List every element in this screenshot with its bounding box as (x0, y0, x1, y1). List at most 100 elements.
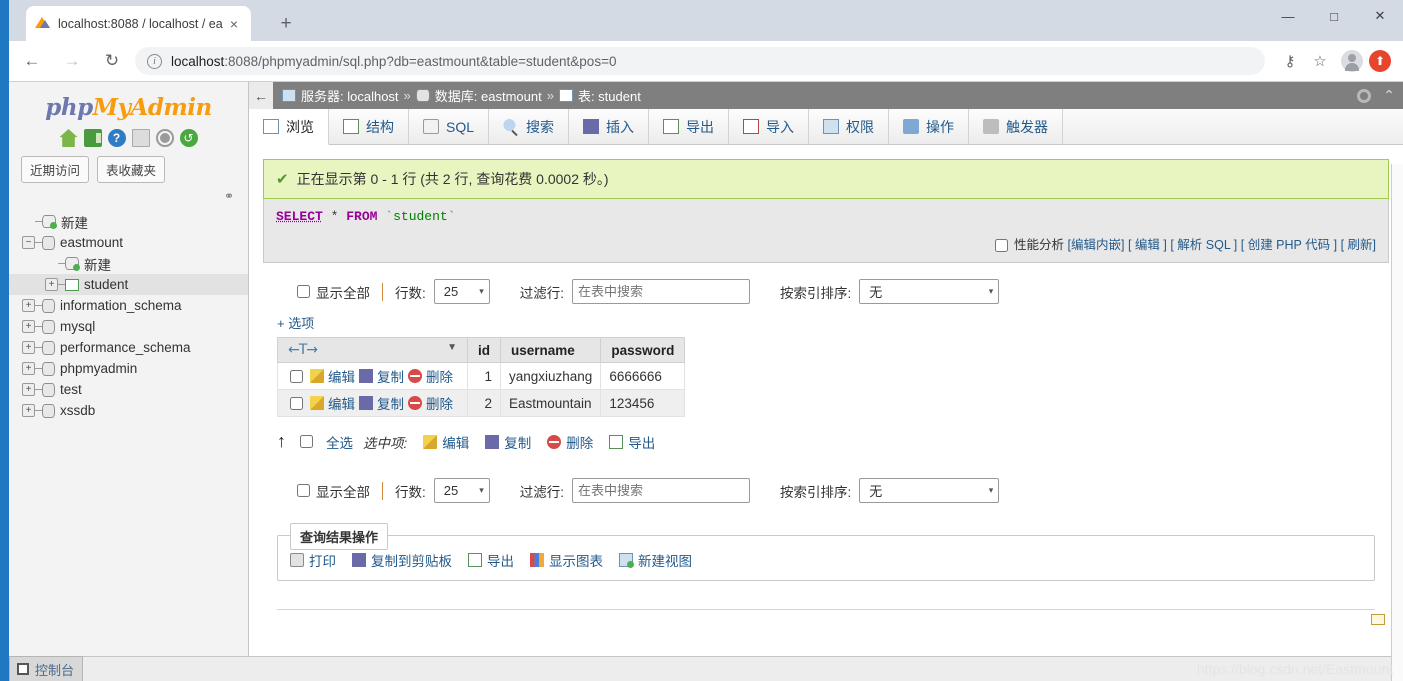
expand-toggle-icon[interactable]: + (45, 278, 58, 291)
delete-icon[interactable] (408, 369, 422, 383)
print-link[interactable]: 打印 (309, 550, 336, 570)
tab-privileges[interactable]: 权限 (809, 109, 889, 144)
new-view-icon[interactable] (619, 553, 633, 567)
tree-item-eastmount[interactable]: − eastmount (9, 232, 248, 253)
delete-icon[interactable] (408, 396, 422, 410)
tab-operations[interactable]: 操作 (889, 109, 969, 144)
exit-icon[interactable] (84, 129, 102, 147)
copy-icon[interactable] (359, 369, 373, 383)
back-button[interactable]: ← (15, 44, 49, 78)
breadcrumb-database[interactable]: 数据库: eastmount (435, 86, 542, 105)
sort-select-top[interactable]: 无 ▾ (859, 279, 999, 304)
link-parse-sql[interactable]: [ 解析 SQL ] (1170, 238, 1237, 252)
actions-column-header[interactable]: ←T→ ▼ (278, 338, 468, 363)
browser-tab-active[interactable]: localhost:8088 / localhost / ea × (26, 6, 251, 41)
tree-item-phpmyadmin[interactable]: + phpmyadmin (9, 358, 248, 379)
link-edit[interactable]: [ 编辑 ] (1128, 238, 1167, 252)
show-all-checkbox-top[interactable] (297, 285, 310, 298)
export-link[interactable]: 导出 (487, 550, 514, 570)
expand-toggle-icon[interactable]: + (22, 404, 35, 417)
row-checkbox-1[interactable] (290, 370, 303, 383)
close-window-button[interactable]: ✕ (1357, 0, 1403, 32)
tree-item-performance-schema[interactable]: + performance_schema (9, 337, 248, 358)
rows-select-bottom[interactable]: 25 ▾ (434, 478, 490, 503)
row-edit-link[interactable]: 编辑 (328, 366, 355, 386)
tab-insert[interactable]: 插入 (569, 109, 649, 144)
doc-icon[interactable] (132, 129, 150, 147)
row-delete-link[interactable]: 删除 (426, 366, 453, 386)
new-tab-button[interactable]: + (273, 11, 299, 37)
select-all-link[interactable]: 全选 (326, 432, 353, 452)
copy-icon[interactable] (352, 553, 366, 567)
filter-input-bottom[interactable] (572, 478, 750, 503)
home-icon[interactable] (60, 129, 78, 147)
update-icon[interactable]: ⬆ (1369, 50, 1391, 72)
copy-icon[interactable] (485, 435, 499, 449)
bookmark-star-icon[interactable]: ☆ (1305, 46, 1335, 76)
print-icon[interactable] (290, 553, 304, 567)
link-create-php-code[interactable]: [ 创建 PHP 代码 ] (1241, 238, 1337, 252)
row-checkbox-2[interactable] (290, 397, 303, 410)
address-bar[interactable]: i localhost :8088/phpmyadmin/sql.php?db=… (135, 47, 1265, 75)
copy-icon[interactable] (359, 396, 373, 410)
maximize-button[interactable]: □ (1311, 0, 1357, 32)
resize-handle-icon[interactable] (1371, 614, 1385, 625)
tab-sql[interactable]: SQL (409, 109, 489, 144)
expand-toggle-icon[interactable]: + (22, 299, 35, 312)
profiling-checkbox[interactable] (995, 239, 1008, 252)
tree-item-student[interactable]: + student (9, 274, 248, 295)
column-header-id[interactable]: id (468, 338, 501, 363)
collapse-toggle-icon[interactable]: − (22, 236, 35, 249)
tab-import[interactable]: 导入 (729, 109, 809, 144)
chart-icon[interactable] (530, 553, 544, 567)
tree-item-information-schema[interactable]: + information_schema (9, 295, 248, 316)
profile-avatar-icon[interactable] (1341, 50, 1363, 72)
link-edit-inline[interactable]: [编辑内嵌] (1068, 238, 1125, 252)
bulk-edit-link[interactable]: 编辑 (442, 432, 469, 452)
expand-toggle-icon[interactable]: + (22, 320, 35, 333)
delete-icon[interactable] (547, 435, 561, 449)
expand-toggle-icon[interactable]: + (22, 362, 35, 375)
tab-browse[interactable]: 浏览 (249, 109, 329, 145)
tab-export[interactable]: 导出 (649, 109, 729, 144)
tree-item-new-db[interactable]: 新建 (9, 211, 248, 232)
rows-select-top[interactable]: 25 ▾ (434, 279, 490, 304)
export-icon[interactable] (609, 435, 623, 449)
tab-search[interactable]: 搜索 (489, 109, 569, 144)
show-all-checkbox-bottom[interactable] (297, 484, 310, 497)
copy-to-clipboard-link[interactable]: 复制到剪贴板 (371, 550, 452, 570)
show-chart-link[interactable]: 显示图表 (549, 550, 603, 570)
expand-toggle-icon[interactable]: + (22, 383, 35, 396)
breadcrumb-server[interactable]: 服务器: localhost (301, 86, 399, 105)
options-toggle-link[interactable]: + 选项 (263, 310, 1389, 337)
row-edit-link[interactable]: 编辑 (328, 393, 355, 413)
pencil-icon[interactable] (423, 435, 437, 449)
minimize-button[interactable]: — (1265, 0, 1311, 32)
sidebar-tab-recent[interactable]: 近期访问 (21, 156, 89, 183)
tab-structure[interactable]: 结构 (329, 109, 409, 144)
tab-triggers[interactable]: 触发器 (969, 109, 1063, 144)
back-icon[interactable]: ← (249, 82, 273, 109)
phpmyadmin-logo[interactable]: phpMyAdmin (9, 82, 248, 123)
link-refresh[interactable]: [ 刷新] (1341, 238, 1376, 252)
column-header-username[interactable]: username (501, 338, 601, 363)
sidebar-tab-favorites[interactable]: 表收藏夹 (97, 156, 165, 183)
reload-button[interactable]: ↻ (95, 44, 129, 78)
password-key-icon[interactable]: ⚷ (1275, 46, 1305, 76)
collapse-icon[interactable]: ⌃ (1383, 87, 1395, 104)
tree-item-xssdb[interactable]: + xssdb (9, 400, 248, 421)
row-delete-link[interactable]: 删除 (426, 393, 453, 413)
tree-item-new-table[interactable]: 新建 (9, 253, 248, 274)
forward-button[interactable]: → (55, 44, 89, 78)
filter-input-top[interactable] (572, 279, 750, 304)
help-icon[interactable]: ? (108, 129, 126, 147)
bulk-copy-link[interactable]: 复制 (504, 432, 531, 452)
create-view-link[interactable]: 新建视图 (638, 550, 692, 570)
row-copy-link[interactable]: 复制 (377, 366, 404, 386)
pencil-icon[interactable] (310, 396, 324, 410)
settings-icon[interactable] (156, 129, 174, 147)
gear-icon[interactable] (1357, 89, 1371, 103)
refresh-icon[interactable]: ↺ (180, 129, 198, 147)
sort-select-bottom[interactable]: 无 ▾ (859, 478, 999, 503)
select-all-checkbox[interactable] (300, 435, 313, 448)
